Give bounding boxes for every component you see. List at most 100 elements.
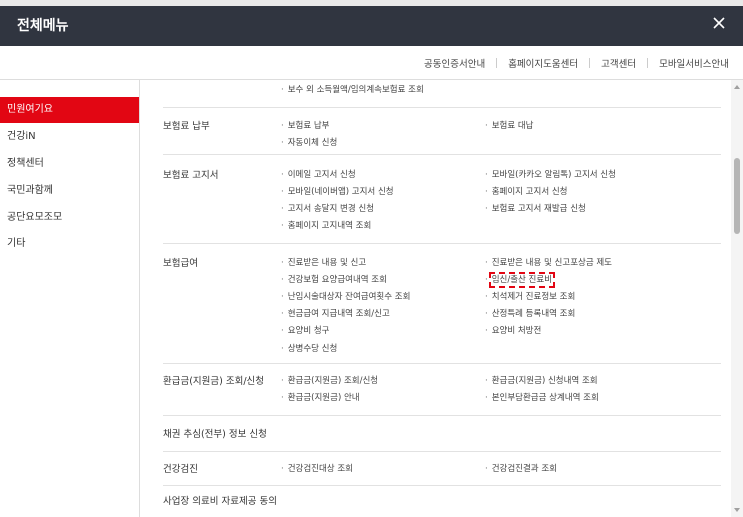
- menu-category[interactable]: 보험료 납부: [163, 120, 278, 134]
- utility-link[interactable]: 홈페이지도움센터: [508, 56, 578, 70]
- bullet-icon: ·: [485, 204, 488, 215]
- bullet-icon: ·: [485, 187, 488, 198]
- menu-link-label: 보험료 납부: [287, 121, 330, 131]
- menu-link-label: 건강보험 요양급여내역 조회: [287, 275, 387, 286]
- menu-link[interactable]: · 홈페이지 고지서 신청: [485, 186, 568, 198]
- menu-link[interactable]: · 보험료 납부: [281, 120, 330, 132]
- bullet-icon: ·: [281, 275, 284, 286]
- menu-link-label: 홈페이지 고지내역 조회: [287, 221, 372, 232]
- scroll-thumb[interactable]: [734, 158, 740, 234]
- bullet-icon: ·: [281, 326, 284, 337]
- menu-category[interactable]: 채권 추심(전부) 정보 신청: [163, 428, 278, 442]
- menu-link[interactable]: · 모바일(네이버앱) 고지서 신청: [281, 186, 394, 198]
- utility-link[interactable]: 모바일서비스안내: [659, 56, 729, 70]
- menu-link-label: 고지서 송달지 변경 신청: [287, 204, 375, 215]
- menu-link[interactable]: · 환급금(지원금) 조회/신청: [281, 375, 378, 387]
- page-title: 전체메뉴: [17, 18, 69, 34]
- sidebar: 민원여기요 건강iN 정책센터 국민과함께 공단요모조모 기타: [0, 80, 140, 517]
- menu-link[interactable]: · 난임시술대상자 잔여급여횟수 조회: [281, 291, 410, 303]
- menu-link[interactable]: · 산정특례 등록내역 조회: [485, 308, 575, 320]
- menu-link-label: 임신/출산 진료비: [488, 272, 556, 289]
- menu-row: 보험료 고지서 · 이메일 고지서 신청 · 모바일(네이버앱) 고지서 신청 · 고지서 …: [163, 155, 721, 244]
- menu-link[interactable]: · 요양비 처방전: [485, 325, 541, 337]
- menu-link[interactable]: · 모바일(카카오 알림톡) 고지서 신청: [485, 169, 616, 181]
- menu-category[interactable]: 보험료 고지서: [163, 169, 278, 183]
- menu-row: 채권 추심(전부) 정보 신청: [163, 416, 721, 452]
- menu-link-label: 진료받은 내용 및 신고: [287, 258, 367, 268]
- bullet-icon: ·: [281, 85, 284, 95]
- menu-link[interactable]: · 자동이체 신청: [281, 137, 337, 149]
- bullet-icon: ·: [281, 393, 284, 404]
- sidebar-item[interactable]: 공단요모조모: [0, 205, 139, 231]
- bullet-icon: ·: [485, 464, 488, 474]
- utility-link[interactable]: 공동인증서안내: [424, 56, 485, 70]
- menu-link[interactable]: · 상병수당 신청: [281, 343, 337, 355]
- bullet-icon: ·: [281, 187, 284, 198]
- menu-link[interactable]: · 이메일 고지서 신청: [281, 169, 356, 181]
- bullet-icon: ·: [485, 275, 488, 286]
- sidebar-item[interactable]: 정책센터: [0, 151, 139, 177]
- menu-link[interactable]: · 환급금(지원금) 안내: [281, 392, 360, 404]
- utility-links: 공동인증서안내 홈페이지도움센터 고객센터 모바일서비스안내: [424, 56, 729, 70]
- scrollbar[interactable]: [731, 80, 743, 517]
- menu-link-label: 보험료 고지서 재발급 신청: [491, 204, 586, 215]
- link-separator: [647, 58, 649, 68]
- sidebar-item[interactable]: 민원여기요: [0, 97, 139, 123]
- menu-link-label: 치석제거 진료정보 조회: [491, 292, 576, 303]
- bullet-icon: ·: [485, 258, 488, 268]
- menu-link[interactable]: · 보험료 고지서 재발급 신청: [485, 203, 586, 215]
- link-separator: [496, 58, 498, 68]
- menu-link[interactable]: · 건강검진대상 조회: [281, 463, 353, 475]
- menu-link[interactable]: · 건강보험 요양급여내역 조회: [281, 274, 387, 286]
- sidebar-item[interactable]: 기타: [0, 231, 139, 257]
- menu-row: · 보수 외 소득월액/임의계속보험료 조회: [163, 80, 721, 108]
- menu-link-label: 환급금(지원금) 신청내역 조회: [491, 376, 598, 386]
- menu-link-label: 상병수당 신청: [287, 343, 338, 354]
- menu-link-label: 난임시술대상자 잔여급여횟수 조회: [287, 292, 411, 303]
- menu-category[interactable]: 건강검진: [163, 463, 278, 477]
- menu-row: 사업장 의료비 자료제공 동의: [163, 486, 721, 517]
- menu-link-label: 산정특례 등록내역 조회: [491, 309, 576, 320]
- bullet-icon: ·: [485, 393, 488, 404]
- menu-link[interactable]: · 보험료 대납: [485, 120, 534, 132]
- menu-link[interactable]: · 임신/출산 진료비: [485, 272, 556, 289]
- menu-link[interactable]: · 본인부담환급금 상계내역 조회: [485, 392, 599, 404]
- menu-row: 보험료 납부 · 보험료 납부 · 자동이체 신청 · 보험료 대납: [163, 108, 721, 155]
- bullet-icon: ·: [485, 376, 488, 386]
- menu-link[interactable]: · 보수 외 소득월액/임의계속보험료 조회: [281, 84, 424, 96]
- menu-link[interactable]: · 건강검진결과 조회: [485, 463, 557, 475]
- scroll-down-icon[interactable]: [734, 508, 740, 512]
- menu-link[interactable]: · 현금급여 지급내역 조회/신고: [281, 308, 390, 320]
- menu-category[interactable]: 보험급여: [163, 257, 278, 271]
- menu-link-label: 환급금(지원금) 안내: [287, 393, 360, 404]
- menu-category[interactable]: 환급금(지원금) 조회/신청: [163, 375, 278, 389]
- utility-link[interactable]: 고객센터: [601, 56, 636, 70]
- menu-link[interactable]: · 홈페이지 고지내역 조회: [281, 220, 371, 232]
- menu-link[interactable]: · 진료받은 내용 및 신고포상금 제도: [485, 257, 612, 269]
- bullet-icon: ·: [485, 121, 488, 131]
- bullet-icon: ·: [281, 138, 284, 149]
- menu-row: 환급금(지원금) 조회/신청 · 환급금(지원금) 조회/신청 · 환급금(지원금) 안…: [163, 364, 721, 416]
- menu-link[interactable]: · 요양비 청구: [281, 325, 330, 337]
- menu-link[interactable]: · 치석제거 진료정보 조회: [485, 291, 575, 303]
- menu-category[interactable]: 사업장 의료비 자료제공 동의: [163, 495, 278, 509]
- close-icon[interactable]: [709, 13, 729, 33]
- menu-row: 보험급여 · 진료받은 내용 및 신고 · 건강보험 요양급여내역 조회 · 난임시술대상자…: [163, 244, 721, 364]
- menu-row: 건강검진 · 건강검진대상 조회 · 건강검진결과 조회: [163, 452, 721, 486]
- bullet-icon: ·: [281, 204, 284, 215]
- bullet-icon: ·: [485, 170, 488, 180]
- bullet-icon: ·: [281, 309, 284, 320]
- menu-link[interactable]: · 진료받은 내용 및 신고: [281, 257, 366, 269]
- menu-link[interactable]: · 환급금(지원금) 신청내역 조회: [485, 375, 598, 387]
- menu-link-label: 보험료 대납: [491, 121, 534, 131]
- menu-link-label: 본인부담환급금 상계내역 조회: [491, 393, 599, 404]
- menu-link[interactable]: · 고지서 송달지 변경 신청: [281, 203, 374, 215]
- sidebar-item[interactable]: 국민과함께: [0, 178, 139, 204]
- scroll-up-icon[interactable]: [734, 85, 740, 89]
- menu-link-label: 환급금(지원금) 조회/신청: [287, 376, 379, 386]
- bullet-icon: ·: [281, 258, 284, 268]
- menu-link-label: 자동이체 신청: [287, 138, 338, 149]
- link-separator: [589, 58, 591, 68]
- bullet-icon: ·: [281, 292, 284, 303]
- sidebar-item[interactable]: 건강iN: [0, 124, 139, 150]
